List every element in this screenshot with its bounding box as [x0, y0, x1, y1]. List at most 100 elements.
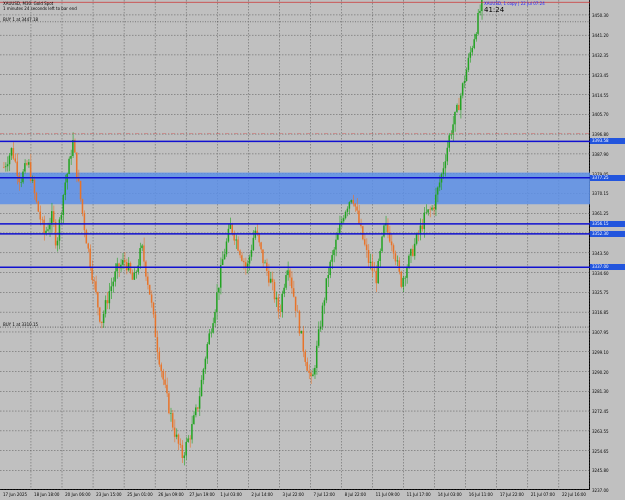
candle-body	[398, 260, 401, 272]
candle-body	[352, 200, 354, 204]
candle-body	[133, 272, 136, 280]
candle-body	[367, 249, 370, 263]
candle-body	[362, 226, 364, 240]
candle-body	[158, 352, 161, 365]
candle-body	[58, 219, 61, 241]
candle-body	[285, 275, 287, 288]
order-label-buy-2[interactable]: BUY 1 at 3310.15	[3, 322, 38, 327]
candle-body	[18, 175, 20, 183]
candle-body	[312, 374, 314, 377]
candle-body	[6, 164, 9, 167]
candle-body	[139, 248, 141, 266]
candle-body	[16, 161, 18, 176]
chart-svg[interactable]	[0, 0, 590, 490]
candle-body	[110, 286, 113, 292]
candle-body	[423, 212, 425, 230]
candle-body	[246, 263, 249, 267]
candle-body	[193, 415, 195, 425]
candle-body	[51, 211, 53, 225]
price-tick-label: 3423.45	[592, 72, 609, 78]
candle-body	[291, 277, 293, 289]
candle-body	[296, 310, 299, 312]
chart-window[interactable]: XAUUSD, M30: Gold Spot 1 minutes 24 seco…	[0, 0, 625, 500]
price-tick-label: 3343.50	[592, 250, 609, 256]
candle-body	[219, 264, 222, 288]
candle-body	[373, 270, 376, 272]
time-tick-label: 11 Jul 17:00	[406, 492, 431, 497]
candle-body	[189, 438, 191, 440]
candle-body	[425, 212, 427, 214]
time-tick-label: 23 Jun 15:00	[96, 492, 122, 497]
candle-body	[183, 455, 185, 458]
candle-body	[456, 104, 458, 112]
candle-body	[164, 379, 166, 385]
candle-body	[327, 275, 329, 279]
candle-body	[20, 182, 22, 183]
price-tick-label: 3263.55	[592, 428, 609, 434]
candle-body	[45, 230, 47, 234]
candle-body	[22, 171, 24, 183]
candle-body	[402, 277, 404, 287]
candle-body	[31, 179, 34, 181]
candle-body	[381, 236, 383, 251]
candle-body	[271, 278, 274, 283]
candle-body	[60, 214, 63, 220]
chart-plot-area[interactable]: XAUUSD, M30: Gold Spot 1 minutes 24 seco…	[0, 0, 590, 490]
candle-body	[145, 261, 147, 277]
candle-body	[419, 225, 422, 235]
candle-body	[231, 223, 233, 233]
candle-body	[112, 281, 114, 287]
candle-body	[383, 225, 385, 237]
candle-body	[89, 248, 91, 268]
candle-body	[173, 427, 176, 437]
candle-body	[49, 224, 51, 230]
candle-body	[279, 311, 281, 313]
candle-body	[39, 211, 41, 220]
order-label-buy-1[interactable]: BUY 1 at 3447.18	[3, 17, 38, 22]
candle-body	[204, 358, 207, 370]
candle-body	[137, 265, 139, 272]
candle-body	[481, 0, 483, 11]
candle-body	[406, 267, 408, 278]
candle-body	[122, 259, 124, 265]
candle-body	[168, 393, 170, 414]
candle-body	[43, 219, 45, 234]
candle-body	[26, 163, 28, 165]
candle-body	[218, 287, 220, 293]
candle-body	[202, 369, 205, 380]
candle-body	[179, 443, 182, 446]
candle-body	[442, 168, 445, 175]
candle-body	[171, 413, 174, 428]
time-tick-label: 20 Jun 06:00	[65, 492, 91, 497]
candle-body	[469, 52, 472, 58]
candle-body	[369, 261, 372, 263]
candle-body	[10, 148, 13, 156]
candle-body	[212, 323, 214, 333]
candle-body	[300, 330, 303, 334]
candle-body	[446, 147, 449, 162]
candle-body	[170, 413, 172, 414]
candle-body	[375, 270, 377, 284]
candle-body	[329, 261, 331, 276]
candle-body	[241, 255, 243, 261]
candle-body	[221, 259, 224, 265]
candle-body	[273, 282, 276, 300]
price-tick-label: 3316.85	[592, 310, 609, 316]
time-tick-label: 21 Jul 07:00	[530, 492, 555, 497]
candle-body	[323, 300, 326, 306]
candle-body	[147, 276, 149, 285]
candle-body	[162, 370, 164, 380]
candle-body	[344, 211, 347, 219]
candle-body	[237, 239, 239, 251]
price-tick-label: 3281.30	[592, 389, 609, 395]
candle-body	[244, 262, 247, 267]
time-tick-label: 27 Jun 19:00	[189, 492, 215, 497]
level-price-tag: 3393.58	[590, 138, 625, 145]
time-tick-label: 11 Jul 09:00	[375, 492, 400, 497]
candle-body	[214, 311, 216, 324]
candle-body	[339, 224, 341, 234]
candle-body	[99, 307, 101, 322]
price-tick-label: 3441.20	[592, 33, 609, 39]
candle-body	[458, 104, 460, 111]
candle-body	[225, 241, 228, 255]
